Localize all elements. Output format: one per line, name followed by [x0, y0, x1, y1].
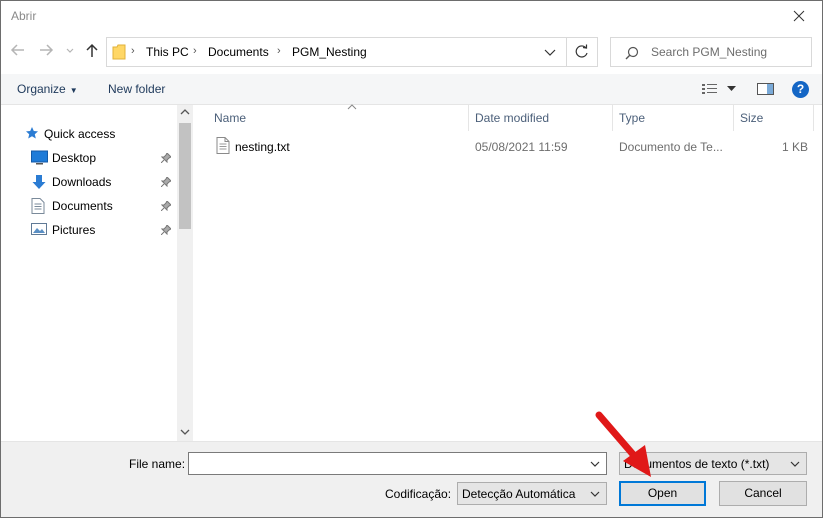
command-toolbar: Organize ▼ New folder ?	[1, 74, 822, 105]
search-icon	[625, 46, 639, 60]
breadcrumb-separator: ›	[131, 45, 135, 57]
picture-icon	[31, 223, 47, 235]
address-history-dropdown[interactable]	[535, 38, 565, 66]
sidebar-item-documents[interactable]: Documents	[1, 195, 177, 217]
help-icon[interactable]: ?	[792, 81, 809, 98]
document-icon	[31, 198, 45, 214]
chevron-down-icon	[790, 461, 800, 467]
close-button[interactable]	[776, 1, 822, 32]
forward-button[interactable]	[38, 42, 60, 62]
cancel-button[interactable]: Cancel	[719, 481, 807, 506]
file-date-modified: 05/08/2021 11:59	[475, 140, 568, 154]
text-file-icon	[216, 137, 230, 154]
column-divider[interactable]	[813, 105, 814, 131]
column-header-size[interactable]: Size	[733, 105, 813, 131]
refresh-icon	[575, 44, 588, 58]
arrow-right-icon	[40, 44, 54, 56]
column-header-label: Type	[619, 111, 646, 125]
search-input[interactable]: Search PGM_Nesting	[610, 37, 812, 67]
column-header-name[interactable]: Name	[207, 104, 468, 131]
chevron-down-icon	[66, 48, 74, 53]
scroll-up-icon[interactable]	[180, 107, 190, 117]
file-type: Documento de Te...	[619, 140, 723, 154]
scrollbar-thumb[interactable]	[179, 123, 191, 229]
sidebar-item-downloads[interactable]: Downloads	[1, 171, 177, 193]
column-header-label: Date modified	[475, 111, 550, 125]
sidebar-item-pictures[interactable]: Pictures	[1, 219, 177, 241]
sidebar-item-label: Downloads	[52, 175, 112, 189]
up-button[interactable]	[84, 42, 106, 62]
sidebar-item-label: Documents	[52, 199, 113, 213]
file-name-input[interactable]	[188, 452, 607, 475]
sidebar-item-label: Quick access	[44, 127, 116, 141]
breadcrumb-separator: ›	[277, 45, 281, 57]
preview-pane-icon[interactable]	[757, 82, 774, 96]
new-folder-button[interactable]: New folder	[108, 82, 165, 96]
navigation-pane-scrollbar[interactable]	[177, 105, 193, 441]
file-row[interactable]: nesting.txt 05/08/2021 11:59 Documento d…	[194, 135, 814, 157]
pin-icon[interactable]	[161, 225, 171, 235]
star-icon	[26, 127, 38, 139]
desktop-icon	[31, 150, 48, 165]
column-header-date-modified[interactable]: Date modified	[468, 105, 612, 131]
sidebar-item-desktop[interactable]: Desktop	[1, 147, 177, 169]
pin-icon[interactable]	[161, 201, 171, 211]
sidebar-item-label: Pictures	[52, 223, 96, 237]
close-icon	[793, 10, 805, 22]
organize-button[interactable]: Organize ▼	[17, 82, 78, 96]
breadcrumb-separator: ›	[193, 45, 197, 57]
sidebar-item-quick-access[interactable]: Quick access	[1, 123, 177, 145]
organize-label: Organize	[17, 82, 66, 96]
column-header-type[interactable]: Type	[612, 105, 733, 131]
folder-icon	[112, 44, 126, 60]
encoding-label: Codificação:	[385, 487, 452, 501]
dialog-footer: File name: Documentos de texto (*.txt) C…	[1, 441, 822, 517]
column-header-label: Size	[740, 111, 764, 125]
back-button[interactable]	[10, 42, 32, 62]
chevron-down-icon	[544, 49, 556, 56]
arrow-up-icon	[86, 43, 98, 57]
encoding-select[interactable]: Detecção Automática	[457, 482, 607, 505]
view-options-dropdown-icon[interactable]	[727, 86, 736, 92]
change-view-icon[interactable]	[701, 82, 719, 96]
open-button[interactable]: Open	[619, 481, 706, 506]
file-name: nesting.txt	[235, 140, 290, 154]
search-placeholder: Search PGM_Nesting	[651, 45, 768, 59]
breadcrumb-documents[interactable]: Documents	[208, 45, 269, 59]
caret-down-icon: ▼	[69, 86, 78, 95]
column-header-label: Name	[214, 111, 247, 125]
pin-icon[interactable]	[161, 153, 171, 163]
window-title: Abrir	[11, 9, 37, 23]
recent-locations-button[interactable]	[65, 42, 77, 62]
download-arrow-icon	[32, 175, 46, 189]
open-file-dialog: Abrir › This PC › Documents › PGM_Nestin…	[0, 0, 823, 518]
file-name-label: File name:	[129, 457, 186, 471]
sidebar-item-label: Desktop	[52, 151, 97, 165]
sort-ascending-icon	[347, 104, 357, 110]
encoding-value: Detecção Automática	[462, 487, 576, 501]
chevron-down-icon	[590, 491, 600, 497]
arrow-left-icon	[10, 44, 24, 56]
red-annotation-arrow	[595, 411, 651, 477]
breadcrumb-this-pc[interactable]: This PC	[146, 45, 189, 59]
navigation-pane: Quick access Desktop Downloads Documents…	[1, 105, 193, 441]
file-size: 1 KB	[782, 140, 809, 154]
refresh-button[interactable]	[566, 38, 597, 66]
scroll-down-icon[interactable]	[180, 427, 190, 437]
breadcrumb-pgm-nesting[interactable]: PGM_Nesting	[292, 45, 367, 59]
file-list: Name Date modified Type Size nesting.txt…	[194, 104, 822, 441]
title-bar: Abrir	[1, 1, 822, 33]
pin-icon[interactable]	[161, 177, 171, 187]
address-bar[interactable]: › This PC › Documents › PGM_Nesting	[106, 37, 598, 67]
